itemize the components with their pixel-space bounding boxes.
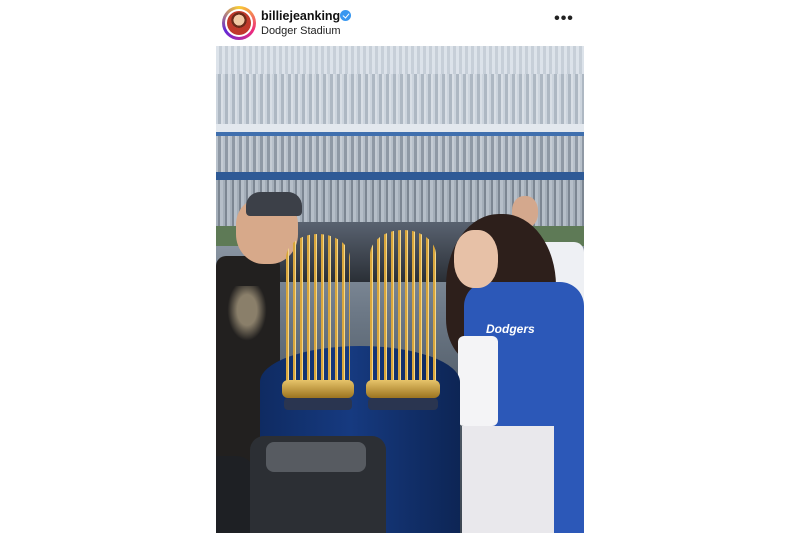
trophy-flagpoles bbox=[370, 230, 436, 384]
woman-white-shirt bbox=[458, 336, 498, 426]
trophy-pedestal bbox=[368, 398, 438, 410]
post-photo[interactable]: Dodgers bbox=[216, 46, 584, 533]
username-link[interactable]: billiejeanking bbox=[261, 9, 340, 23]
trophy-pedestal bbox=[284, 398, 352, 410]
upper-deck-crowd bbox=[216, 74, 584, 124]
profile-avatar[interactable] bbox=[222, 6, 256, 40]
world-series-trophy-left bbox=[282, 234, 354, 410]
woman-face bbox=[454, 230, 498, 288]
trophy-gold-base bbox=[282, 380, 354, 398]
player-cap bbox=[246, 192, 302, 216]
verified-badge-icon bbox=[340, 10, 351, 21]
world-series-trophy-right bbox=[366, 230, 440, 410]
trophy-gold-base bbox=[366, 380, 440, 398]
more-options-icon[interactable]: ••• bbox=[554, 11, 574, 29]
middle-deck-crowd bbox=[216, 136, 584, 176]
avatar-image bbox=[225, 9, 253, 37]
trophy-flagpoles bbox=[286, 234, 350, 384]
avatar-photo bbox=[227, 11, 251, 35]
woman-white-pants bbox=[462, 426, 554, 533]
location-link[interactable]: Dodger Stadium bbox=[261, 25, 341, 37]
camera-microphone bbox=[266, 442, 366, 472]
instagram-post: billiejeanking Dodger Stadium ••• Dodger… bbox=[216, 0, 584, 533]
post-header: billiejeanking Dodger Stadium ••• bbox=[216, 0, 584, 46]
shirt-graphic bbox=[224, 286, 270, 346]
banner-strip bbox=[216, 172, 584, 180]
foreground-camera bbox=[250, 436, 386, 533]
upper-stands bbox=[216, 46, 584, 74]
